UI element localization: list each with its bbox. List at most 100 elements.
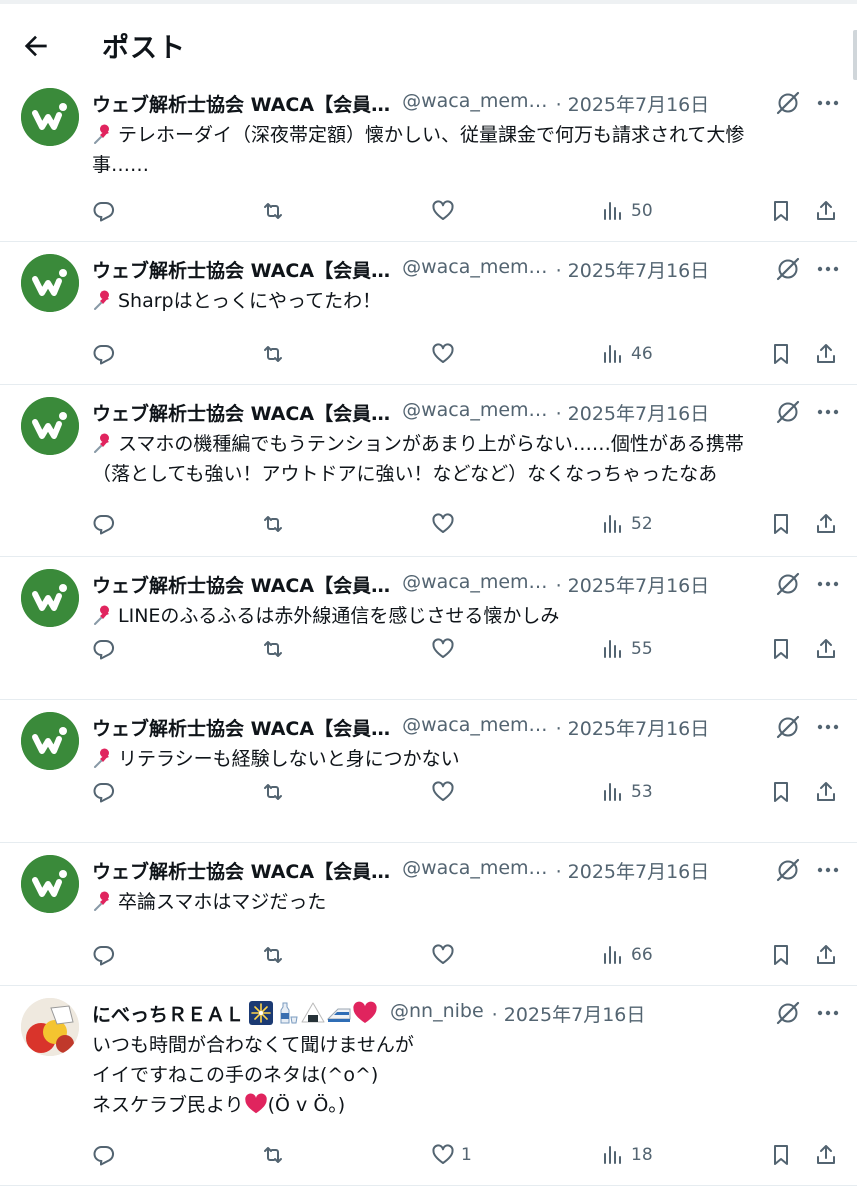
like-button[interactable] [431,634,461,664]
handle[interactable]: @waca_mem… [402,399,547,421]
share-button[interactable] [814,777,838,807]
views-button[interactable]: 52 [601,509,653,539]
bookmark-button[interactable] [769,940,793,970]
grok-icon[interactable] [775,571,801,597]
tweet[interactable]: ウェブ解析士協会 WACA【会員… @waca_mem… · 2025年7月16日 … [0,843,857,986]
display-name[interactable]: ウェブ解析士協会 WACA【会員… [92,714,390,741]
handle[interactable]: @waca_mem… [402,256,547,278]
handle[interactable]: @nn_nibe [390,1000,484,1022]
bookmark-button[interactable] [769,339,793,369]
bookmark-button[interactable] [769,509,793,539]
avatar[interactable] [21,712,79,770]
reply-button[interactable] [92,196,116,226]
bookmark-button[interactable] [769,777,793,807]
repost-button[interactable] [261,940,285,970]
heart-icon [432,781,454,801]
reply-button[interactable] [92,339,116,369]
views-button[interactable]: 66 [601,940,653,970]
share-button[interactable] [814,940,838,970]
share-button[interactable] [814,634,838,664]
grok-icon[interactable] [775,857,801,883]
display-name[interactable]: ウェブ解析士協会 WACA【会員… [92,399,390,426]
share-button[interactable] [814,1140,838,1170]
like-button[interactable] [431,339,461,369]
like-button[interactable] [431,509,461,539]
like-button[interactable] [431,777,461,807]
repost-button[interactable] [261,1140,285,1170]
timestamp[interactable]: · 2025年7月16日 [556,571,710,598]
display-name[interactable]: ウェブ解析士協会 WACA【会員… [92,857,390,884]
scrollbar[interactable] [853,30,857,80]
repost-button[interactable] [261,196,285,226]
more-options-icon[interactable] [815,857,841,883]
timestamp[interactable]: · 2025年7月16日 [556,857,710,884]
more-options-icon[interactable] [815,714,841,740]
display-name[interactable]: ウェブ解析士協会 WACA【会員… [92,256,390,283]
reply-button[interactable] [92,777,116,807]
timestamp[interactable]: · 2025年7月16日 [556,256,710,283]
handle[interactable]: @waca_mem… [402,90,547,112]
repost-button[interactable] [261,634,285,664]
repost-button[interactable] [261,509,285,539]
grok-icon[interactable] [775,399,801,425]
reply-button[interactable] [92,509,116,539]
tweet[interactable]: ウェブ解析士協会 WACA【会員… @waca_mem… · 2025年7月16日 … [0,700,857,843]
share-button[interactable] [814,339,838,369]
display-name[interactable]: ウェブ解析士協会 WACA【会員… [92,90,390,117]
grok-icon[interactable] [775,714,801,740]
bookmark-button[interactable] [769,1140,793,1170]
views-button[interactable]: 55 [601,634,653,664]
repost-button[interactable] [261,777,285,807]
timestamp[interactable]: · 2025年7月16日 [492,1000,646,1027]
timestamp[interactable]: · 2025年7月16日 [556,90,710,117]
bookmark-button[interactable] [769,634,793,664]
handle[interactable]: @waca_mem… [402,857,547,879]
grok-icon[interactable] [775,1000,801,1026]
more-options-icon[interactable] [815,256,841,282]
avatar[interactable] [21,855,79,913]
view-count: 53 [631,782,653,802]
avatar[interactable] [21,254,79,312]
reply-button[interactable] [92,940,116,970]
display-name[interactable]: ウェブ解析士協会 WACA【会員… [92,571,390,598]
reply-icon [93,782,115,803]
display-name[interactable]: にべっちＲＥＡＬ [92,1000,244,1027]
tweet[interactable]: にべっちＲＥＡＬ @nn_nibe · 2025年7月16日 いつも時間が合わなくて… [0,986,857,1186]
reply-button[interactable] [92,634,116,664]
views-button[interactable]: 18 [601,1140,653,1170]
avatar[interactable] [21,569,79,627]
more-options-icon[interactable] [815,1000,841,1026]
page-title: ポスト [102,33,186,64]
action-bar: 55 [0,634,857,664]
tweet[interactable]: ウェブ解析士協会 WACA【会員… @waca_mem… · 2025年7月16日 … [0,242,857,385]
more-options-icon[interactable] [815,571,841,597]
reply-button[interactable] [92,1140,116,1170]
repost-button[interactable] [261,339,285,369]
timestamp[interactable]: · 2025年7月16日 [556,714,710,741]
text-line: 事…… [92,154,150,176]
views-button[interactable]: 53 [601,777,653,807]
avatar[interactable] [21,998,79,1056]
views-button[interactable]: 46 [601,339,653,369]
tweet[interactable]: ウェブ解析士協会 WACA【会員… @waca_mem… · 2025年7月16日 … [0,76,857,242]
share-button[interactable] [814,196,838,226]
like-button[interactable] [431,940,461,970]
avatar[interactable] [21,397,79,455]
more-options-icon[interactable] [815,90,841,116]
like-count: 1 [461,1145,472,1165]
bookmark-button[interactable] [769,196,793,226]
tweet[interactable]: ウェブ解析士協会 WACA【会員… @waca_mem… · 2025年7月16日 … [0,385,857,557]
grok-icon[interactable] [775,90,801,116]
handle[interactable]: @waca_mem… [402,714,547,736]
like-button[interactable]: 1 [431,1140,472,1170]
more-options-icon[interactable] [815,399,841,425]
back-button[interactable] [20,30,52,62]
like-button[interactable] [431,196,461,226]
share-button[interactable] [814,509,838,539]
views-button[interactable]: 50 [601,196,653,226]
handle[interactable]: @waca_mem… [402,571,547,593]
timestamp[interactable]: · 2025年7月16日 [556,399,710,426]
tweet[interactable]: ウェブ解析士協会 WACA【会員… @waca_mem… · 2025年7月16日 … [0,557,857,700]
avatar[interactable] [21,88,79,146]
grok-icon[interactable] [775,256,801,282]
